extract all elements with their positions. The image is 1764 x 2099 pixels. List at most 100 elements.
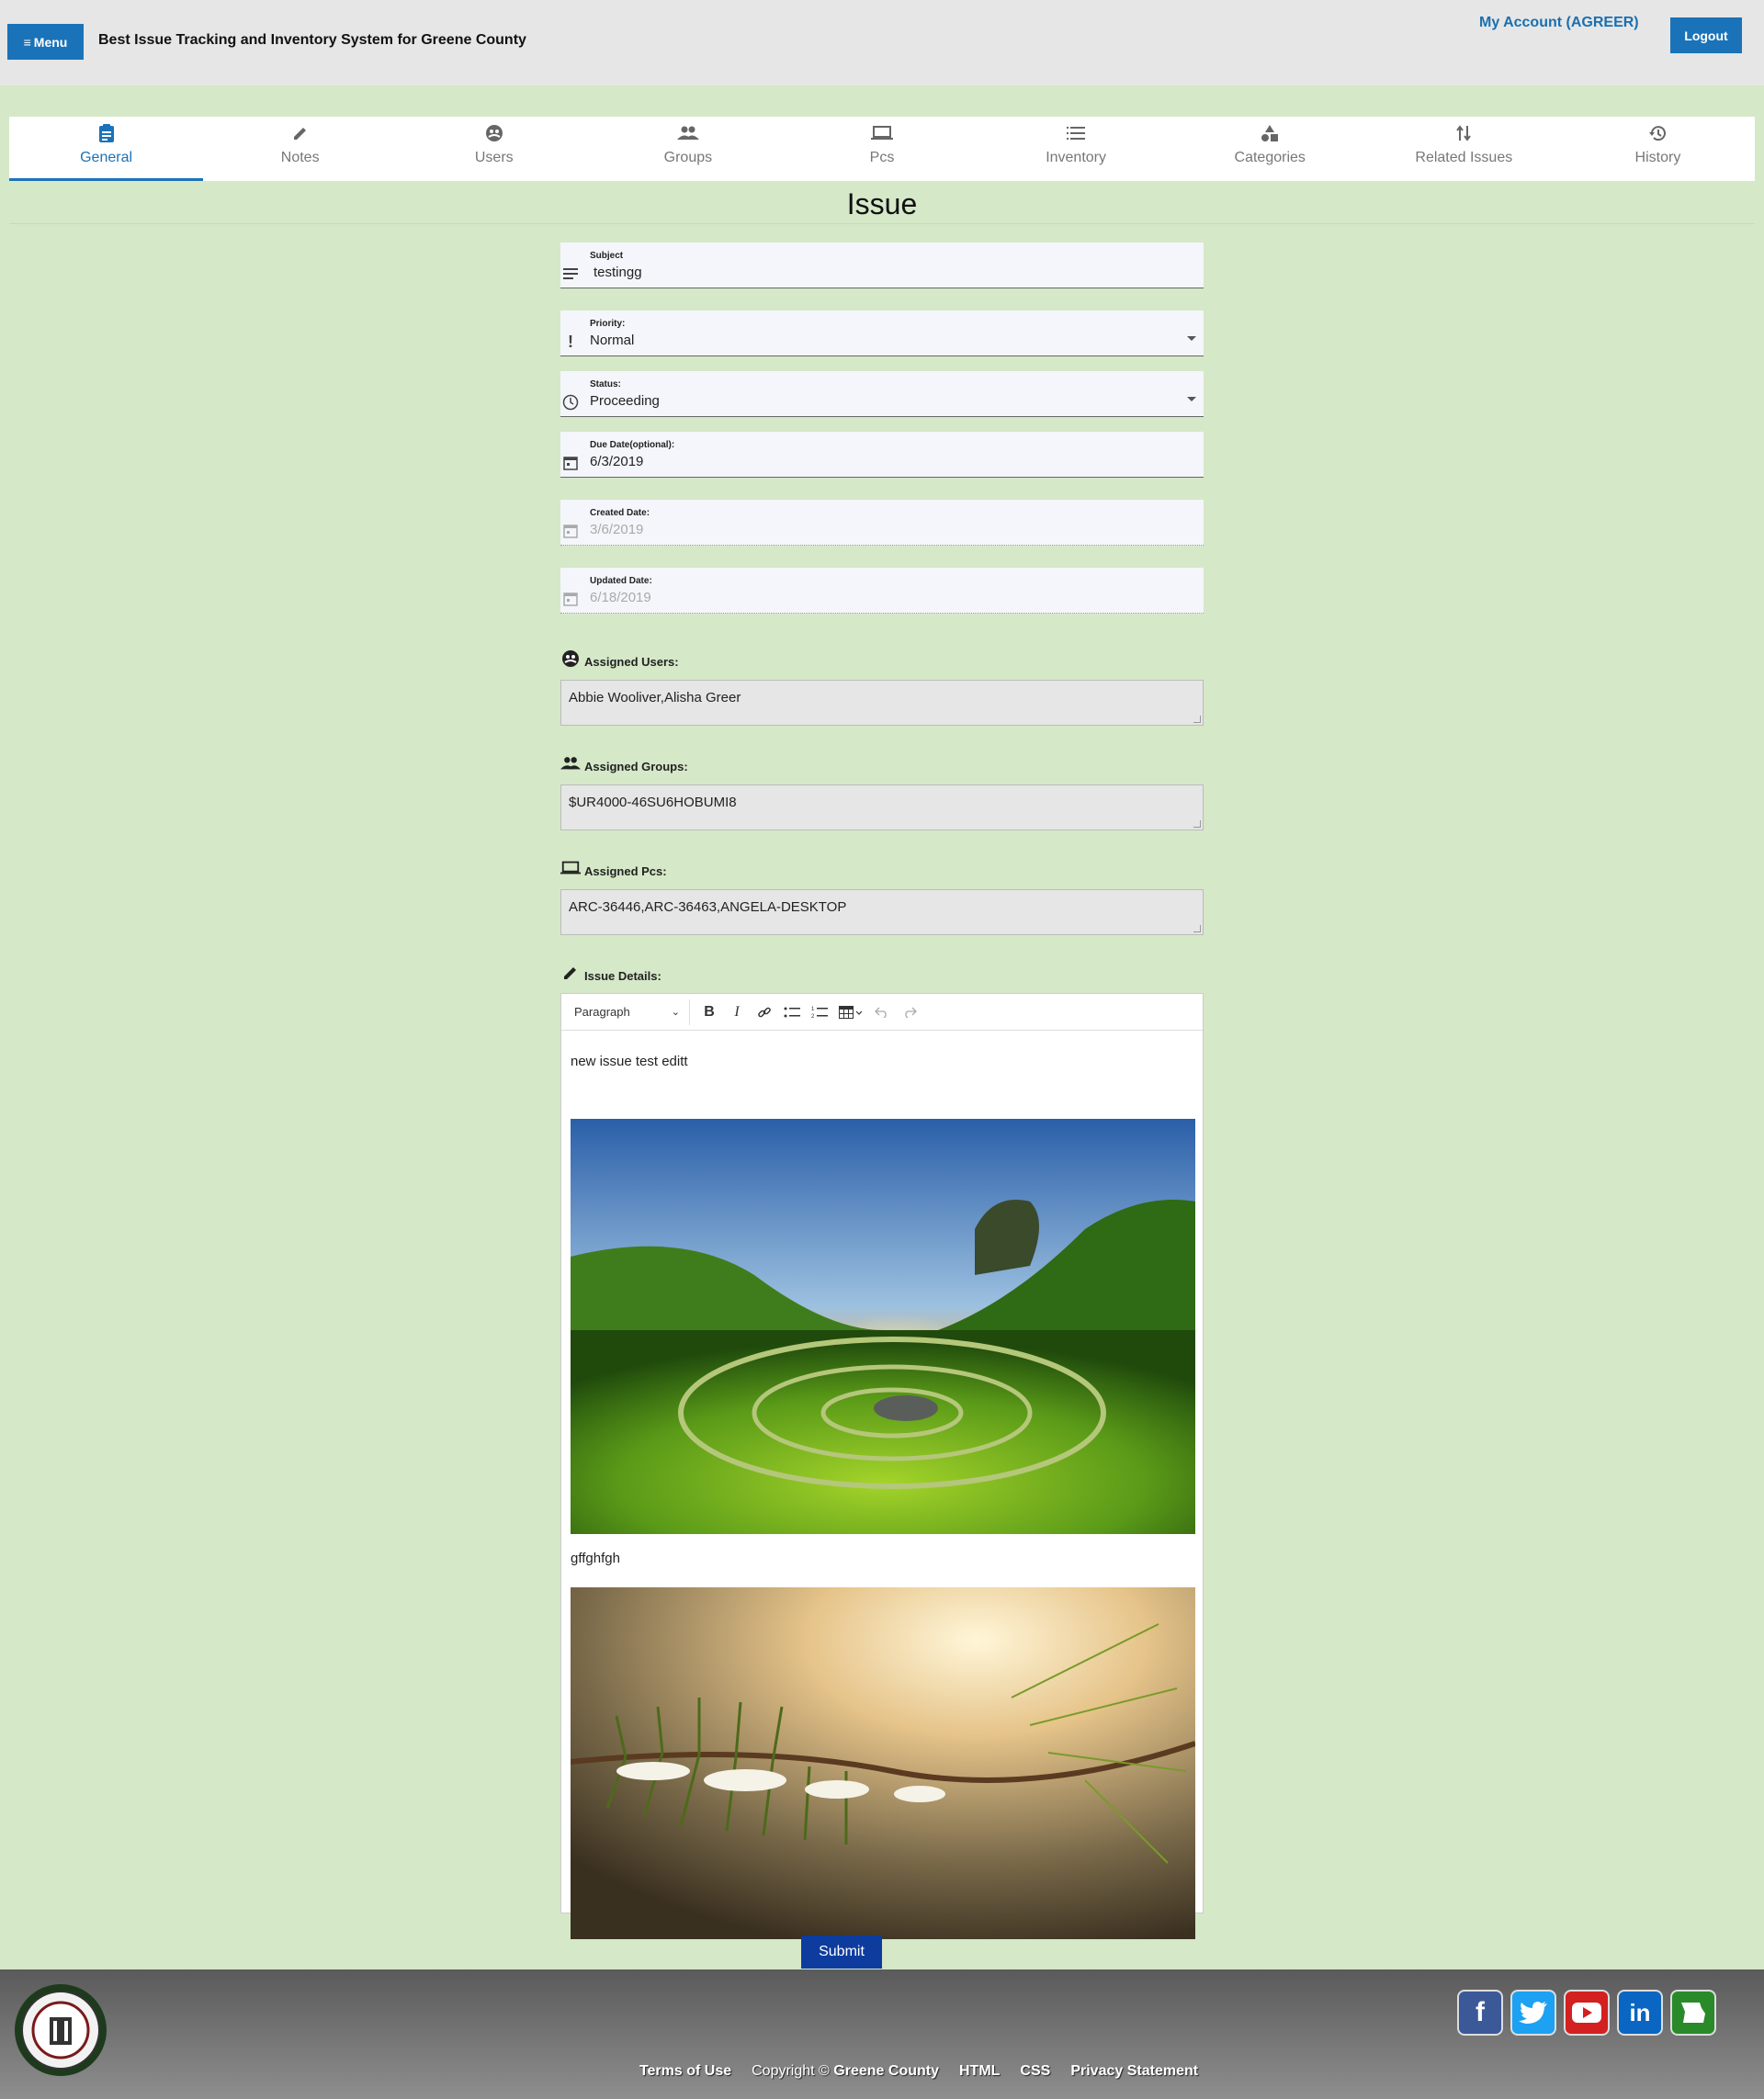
tab-label: Pcs — [869, 150, 895, 165]
issue-details-heading: Issue Details: — [560, 963, 662, 983]
assigned-users-textarea[interactable]: Abbie Wooliver,Alisha Greer — [560, 680, 1204, 726]
my-account-link[interactable]: My Account (AGREER) — [1479, 15, 1639, 31]
linkedin-icon[interactable]: in — [1617, 1990, 1663, 2036]
terms-of-use-link[interactable]: Terms of Use — [639, 2063, 731, 2080]
svg-text:1: 1 — [811, 1007, 815, 1012]
divider — [9, 223, 1755, 224]
redo-button[interactable] — [896, 999, 923, 1025]
laptop-icon — [560, 858, 581, 878]
paragraph-format-dropdown[interactable]: Paragraph ⌄ — [565, 999, 690, 1025]
bulleted-list-button[interactable] — [778, 999, 806, 1025]
tab-bar: General Notes Users Groups Pcs Inventory — [9, 117, 1755, 181]
updated-date-value: 6/18/2019 — [590, 590, 651, 605]
assigned-pcs-textarea[interactable]: ARC-36446,ARC-36463,ANGELA-DESKTOP — [560, 889, 1204, 935]
page-title: Issue — [846, 187, 918, 220]
tab-inventory[interactable]: Inventory — [979, 117, 1173, 181]
assigned-groups-textarea[interactable]: $UR4000-46SU6HOBUMI8 — [560, 784, 1204, 830]
tab-label: Groups — [663, 150, 713, 165]
assigned-pcs-value: ARC-36446,ARC-36463,ANGELA-DESKTOP — [569, 899, 847, 915]
assigned-users-heading: Assigned Users: — [560, 649, 679, 669]
html-validator-link[interactable]: HTML — [959, 2063, 1000, 2080]
snowy-pine-branch-photo — [571, 1587, 1195, 1939]
tab-users[interactable]: Users — [397, 117, 591, 181]
missouri-icon[interactable] — [1670, 1990, 1716, 2036]
paragraph-format-value: Paragraph — [574, 1005, 630, 1019]
swap-vertical-icon — [1453, 122, 1475, 144]
resize-handle[interactable] — [1193, 925, 1201, 932]
undo-button[interactable] — [868, 999, 896, 1025]
chevron-down-icon — [1187, 397, 1196, 401]
bold-button[interactable]: B — [695, 999, 723, 1025]
svg-text:2: 2 — [811, 1014, 815, 1019]
assigned-pcs-heading: Assigned Pcs: — [560, 858, 667, 878]
privacy-statement-link[interactable]: Privacy Statement — [1070, 2063, 1198, 2080]
priority-select[interactable]: ! Priority: Normal — [560, 310, 1204, 356]
tab-groups[interactable]: Groups — [591, 117, 785, 181]
tab-notes[interactable]: Notes — [203, 117, 397, 181]
clock-icon — [562, 394, 579, 411]
editor-toolbar: Paragraph ⌄ B I 12 — [561, 994, 1203, 1031]
insert-table-button[interactable] — [833, 999, 868, 1025]
user-globe-icon — [483, 122, 505, 144]
assigned-groups-value: $UR4000-46SU6HOBUMI8 — [569, 795, 737, 810]
shapes-icon — [1259, 122, 1281, 144]
css-validator-link[interactable]: CSS — [1020, 2063, 1050, 2080]
calendar-icon — [562, 591, 579, 607]
tab-categories[interactable]: Categories — [1173, 117, 1367, 181]
status-select[interactable]: Status: Proceeding — [560, 371, 1204, 417]
link-button[interactable] — [751, 999, 778, 1025]
created-date-value: 3/6/2019 — [590, 522, 644, 537]
updated-date-label: Updated Date: — [590, 576, 652, 586]
menu-label: Menu — [33, 34, 68, 50]
tab-general[interactable]: General — [9, 117, 204, 181]
numbered-list-button[interactable]: 12 — [806, 999, 833, 1025]
tab-history[interactable]: History — [1561, 117, 1755, 181]
pencil-icon — [560, 963, 581, 983]
copyright-label: Copyright © — [752, 2063, 830, 2079]
subject-label: Subject — [590, 251, 624, 261]
hamburger-icon: ≡ — [23, 34, 31, 50]
assigned-users-value: Abbie Wooliver,Alisha Greer — [569, 690, 741, 705]
priority-label: Priority: — [590, 319, 626, 329]
priority-value: Normal — [590, 333, 635, 348]
link-icon — [758, 1007, 771, 1017]
resize-handle[interactable] — [1193, 716, 1201, 723]
top-header: ≡ Menu Best Issue Tracking and Inventory… — [0, 0, 1764, 85]
status-value: Proceeding — [590, 393, 660, 409]
due-date-field[interactable]: Due Date(optional): 6/3/2019 — [560, 432, 1204, 478]
italic-button[interactable]: I — [723, 999, 751, 1025]
resize-handle[interactable] — [1193, 820, 1201, 828]
logout-button[interactable]: Logout — [1670, 17, 1742, 53]
laptop-icon — [870, 122, 893, 144]
youtube-icon[interactable] — [1564, 1990, 1610, 2036]
facebook-icon[interactable]: f — [1457, 1990, 1503, 2036]
notes-lines-icon — [562, 265, 579, 282]
list-icon — [1065, 122, 1087, 144]
tab-related-issues[interactable]: Related Issues — [1367, 117, 1561, 181]
greene-county-link[interactable]: Greene County — [833, 2063, 939, 2079]
assigned-groups-heading: Assigned Groups: — [560, 753, 688, 773]
pencil-icon — [289, 122, 311, 144]
tab-label: General — [80, 150, 133, 165]
assigned-users-label: Assigned Users: — [584, 655, 679, 669]
subject-field[interactable]: Subject testingg — [560, 243, 1204, 288]
rich-text-editor[interactable]: Paragraph ⌄ B I 12 new issue test editt — [560, 993, 1204, 1939]
tab-label: Categories — [1234, 150, 1306, 165]
status-label: Status: — [590, 379, 621, 389]
bulleted-list-icon — [784, 1007, 800, 1017]
issue-details-label: Issue Details: — [584, 969, 662, 983]
assigned-pcs-label: Assigned Pcs: — [584, 864, 667, 878]
editor-paragraph: gffghfgh — [571, 1551, 620, 1566]
subject-value: testingg — [594, 265, 642, 280]
numbered-list-icon: 12 — [811, 1007, 828, 1019]
footer: f in Terms of Use Copyright © Greene Cou… — [0, 1969, 1764, 2099]
twitter-icon[interactable] — [1510, 1990, 1556, 2036]
editor-content[interactable]: new issue test editt gffghfgh — [561, 1031, 1203, 1939]
submit-button[interactable]: Submit — [801, 1935, 882, 1969]
tab-label: Users — [474, 150, 514, 165]
menu-button[interactable]: ≡ Menu — [7, 24, 84, 60]
calendar-icon — [562, 523, 579, 539]
tab-pcs[interactable]: Pcs — [785, 117, 978, 181]
social-links: f in — [1457, 1990, 1716, 2036]
app-title: Best Issue Tracking and Inventory System… — [98, 32, 526, 48]
